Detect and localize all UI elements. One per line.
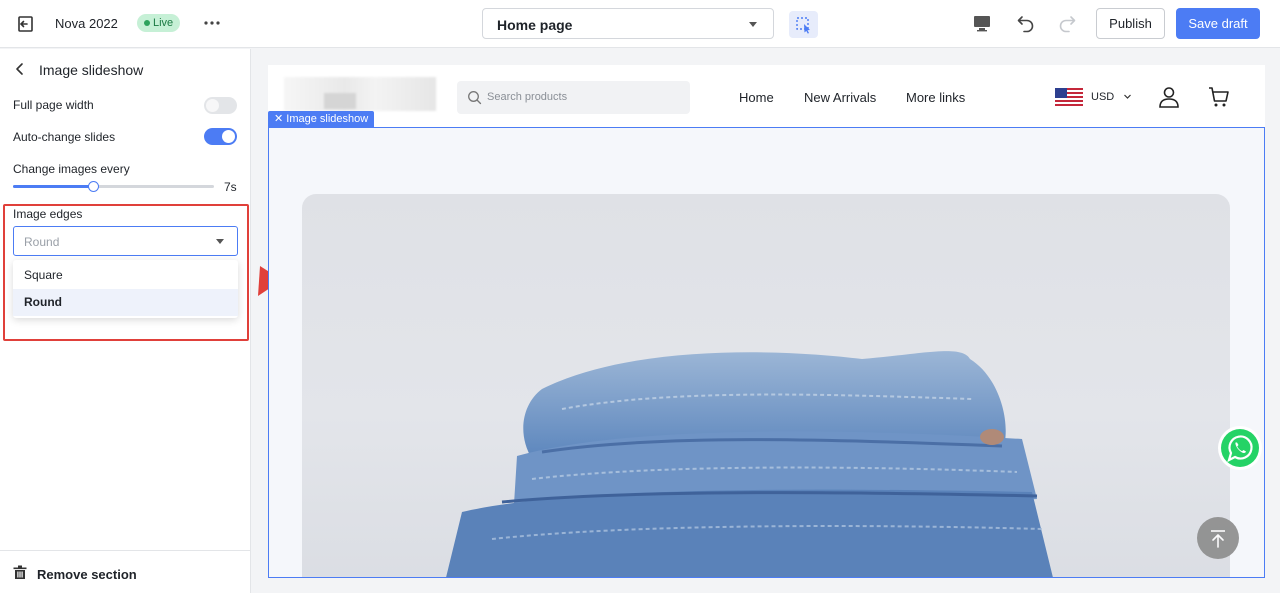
back-icon[interactable] bbox=[13, 62, 27, 76]
denim-stack-image bbox=[446, 351, 1053, 577]
image-edges-label: Image edges bbox=[13, 207, 83, 221]
logo-mark bbox=[324, 93, 356, 109]
live-dot-icon bbox=[144, 20, 150, 26]
live-badge-label: Live bbox=[153, 17, 174, 29]
close-icon[interactable]: ✕ bbox=[274, 113, 283, 125]
trash-icon bbox=[13, 565, 27, 579]
page-selector-label: Home page bbox=[497, 17, 573, 33]
live-status-badge: Live bbox=[137, 14, 181, 32]
toggle-knob bbox=[206, 99, 219, 112]
search-icon bbox=[468, 91, 482, 105]
currency-selector[interactable]: USD bbox=[1091, 91, 1114, 103]
scroll-top-icon bbox=[1211, 530, 1225, 548]
image-edges-dropdown: Square Round bbox=[13, 260, 238, 318]
settings-panel: Image slideshow Full page width Auto-cha… bbox=[0, 49, 251, 593]
desktop-icon[interactable] bbox=[973, 14, 991, 32]
save-draft-button[interactable]: Save draft bbox=[1176, 8, 1260, 39]
store-preview: Search products Home New Arrivals More l… bbox=[268, 65, 1265, 578]
auto-change-toggle[interactable] bbox=[204, 128, 237, 145]
remove-section-button[interactable]: Remove section bbox=[0, 550, 251, 593]
panel-title: Image slideshow bbox=[39, 62, 144, 78]
section-tag-label: Image slideshow bbox=[286, 113, 369, 125]
exit-icon[interactable] bbox=[16, 14, 36, 34]
remove-section-label: Remove section bbox=[37, 567, 137, 582]
change-every-value: 7s bbox=[224, 180, 237, 194]
undo-icon[interactable] bbox=[1016, 13, 1036, 33]
change-every-label: Change images every bbox=[13, 162, 130, 176]
change-every-slider[interactable] bbox=[13, 181, 214, 192]
top-bar: Nova 2022 Live Home page Publish Save dr… bbox=[0, 0, 1280, 48]
app-title: Nova 2022 bbox=[55, 16, 118, 31]
store-logo[interactable] bbox=[284, 77, 436, 111]
nav-link-more-links[interactable]: More links bbox=[906, 90, 965, 105]
search-placeholder: Search products bbox=[487, 91, 568, 103]
nav-link-home[interactable]: Home bbox=[739, 90, 774, 105]
option-round[interactable]: Round bbox=[13, 289, 238, 316]
redo-icon[interactable] bbox=[1057, 13, 1077, 33]
slider-thumb[interactable] bbox=[88, 181, 99, 192]
slide-image bbox=[302, 194, 1230, 577]
full-page-width-toggle[interactable] bbox=[204, 97, 237, 114]
image-edges-select[interactable]: Round bbox=[13, 226, 238, 256]
flag-icon[interactable] bbox=[1055, 88, 1083, 106]
toggle-knob bbox=[222, 130, 235, 143]
nav-link-new-arrivals[interactable]: New Arrivals bbox=[804, 90, 876, 105]
page-selector[interactable]: Home page bbox=[482, 8, 774, 39]
more-icon[interactable] bbox=[203, 14, 221, 32]
slider-fill bbox=[13, 185, 93, 188]
select-mode-button[interactable] bbox=[789, 11, 818, 38]
auto-change-label: Auto-change slides bbox=[13, 130, 116, 144]
chevron-down-icon bbox=[1124, 94, 1131, 99]
option-square[interactable]: Square bbox=[13, 262, 238, 289]
scroll-to-top-button[interactable] bbox=[1197, 517, 1239, 559]
full-page-width-label: Full page width bbox=[13, 98, 94, 112]
store-search-input[interactable]: Search products bbox=[457, 81, 690, 114]
slideshow-section[interactable] bbox=[268, 127, 1265, 578]
caret-down-icon bbox=[216, 239, 224, 244]
cart-icon[interactable] bbox=[1207, 85, 1231, 109]
select-mode-icon bbox=[796, 17, 810, 34]
publish-button[interactable]: Publish bbox=[1096, 8, 1165, 39]
whatsapp-icon[interactable] bbox=[1217, 425, 1263, 471]
user-icon[interactable] bbox=[1157, 85, 1181, 109]
chevron-down-icon bbox=[749, 22, 757, 27]
image-edges-select-value: Round bbox=[24, 235, 60, 249]
section-tag[interactable]: ✕ Image slideshow bbox=[268, 111, 375, 127]
